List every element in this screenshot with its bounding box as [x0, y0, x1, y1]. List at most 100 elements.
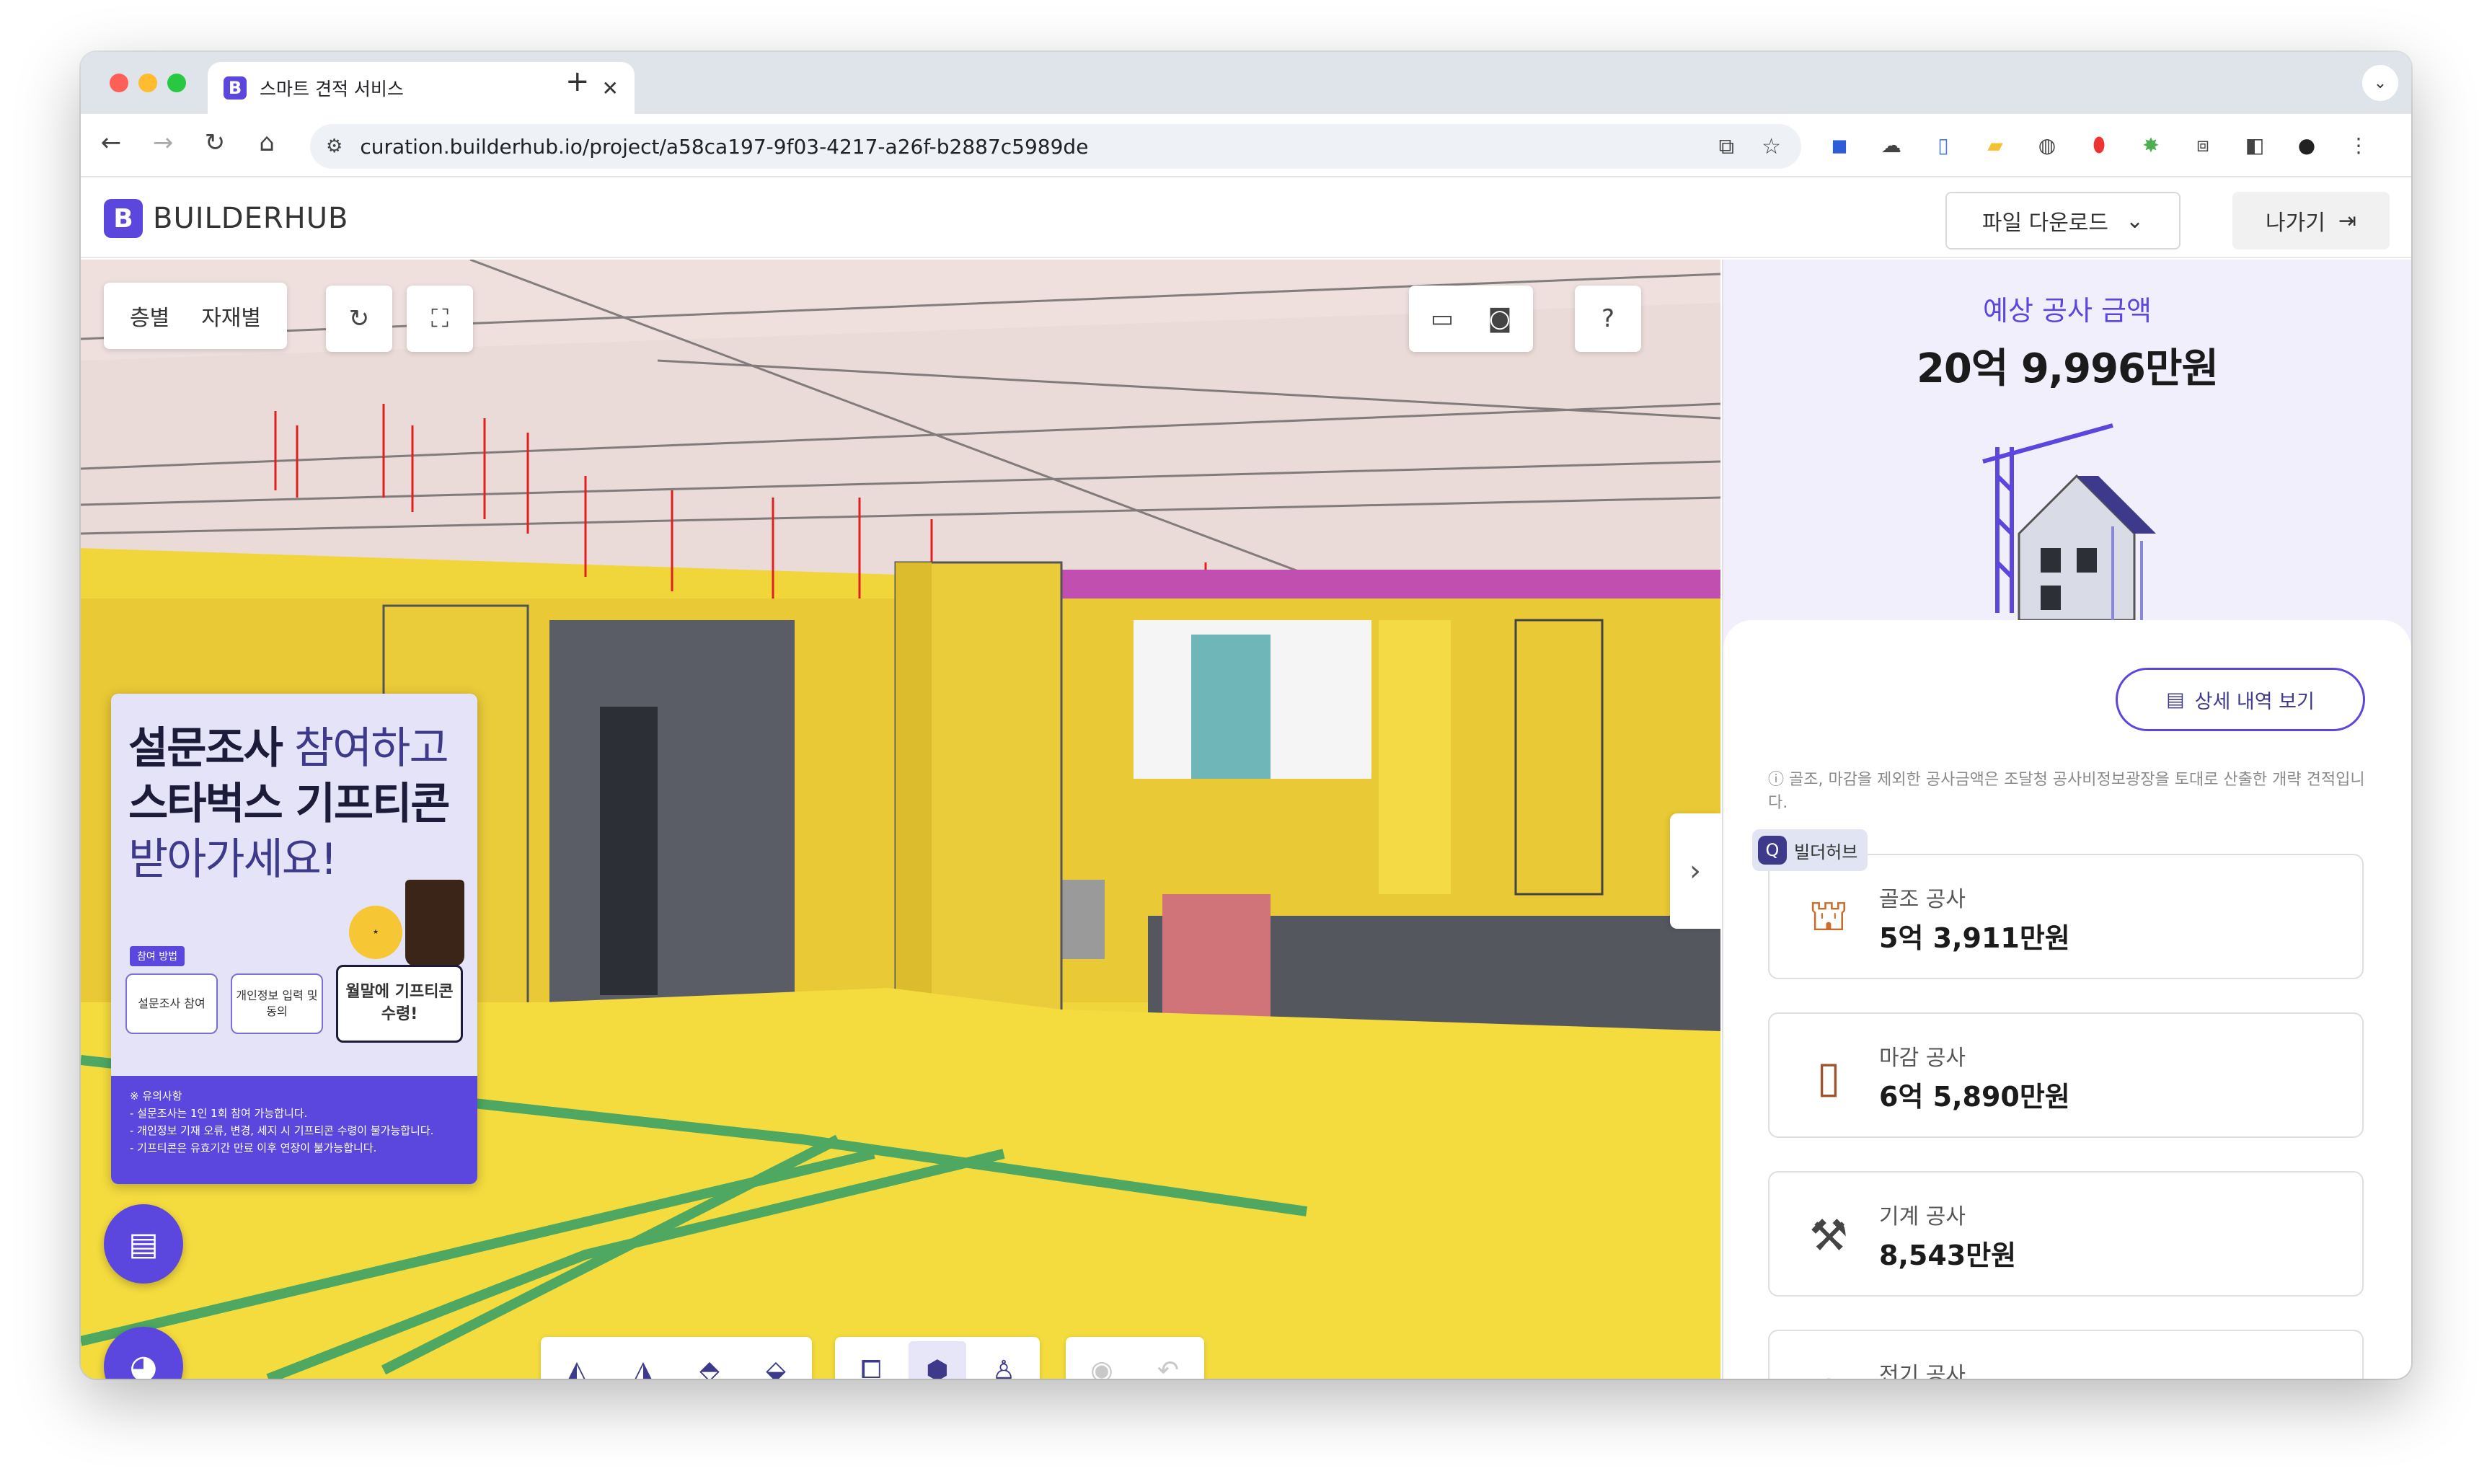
door-icon: ▯: [1816, 1052, 1841, 1103]
view-iso-icon[interactable]: ⬙: [747, 1341, 805, 1379]
address-bar[interactable]: ⚙ curation.builderhub.io/project/a58ca19…: [310, 124, 1801, 169]
extensions-puzzle-icon[interactable]: ⧈: [2186, 128, 2219, 162]
info-icon: ⓘ: [1768, 771, 1789, 789]
tab-title: 스마트 견적 서비스: [260, 79, 404, 100]
browser-window: B 스마트 견적 서비스 ✕ + ⌄ ← → ↻ ⌂ ⚙ curation.bu…: [81, 52, 2411, 1379]
file-download-label: 파일 다운로드: [1981, 211, 2108, 236]
estimate-panel: 예상 공사 금액 20억 9,996만원 ▤ 상세 내역 보기 ⓘ 골조, 마감…: [1722, 260, 2411, 1379]
step-2: 개인정보 입력 및 동의: [231, 973, 323, 1034]
bim-3d-viewer[interactable]: 층별 자재별 ↻ ⛶ ▭ ◙ ? 설문조사 참여하고 스타벅스 기프티콘 받아가…: [81, 260, 1720, 1379]
tab-search-chevron-icon[interactable]: ⌄: [2362, 65, 2398, 101]
exit-button[interactable]: 나가기 ⇥: [2232, 192, 2390, 249]
clipboard-extension-icon[interactable]: ▯: [1927, 128, 1960, 162]
minimize-window-button[interactable]: [138, 74, 157, 92]
logo-text: BUILDERHUB: [153, 202, 349, 235]
install-app-icon[interactable]: ⧉: [1719, 134, 1734, 159]
forward-icon[interactable]: →: [146, 128, 180, 157]
tab-close-icon[interactable]: ✕: [602, 76, 619, 100]
refresh-icon: ↻: [348, 304, 370, 333]
eye-icon[interactable]: ◉: [1073, 1341, 1131, 1379]
mask-extension-icon[interactable]: ◍: [2031, 128, 2064, 162]
cost-item-finish[interactable]: ▯ 마감 공사 6억 5,890만원: [1768, 1012, 2364, 1138]
file-download-button[interactable]: 파일 다운로드 ⌄: [1945, 192, 2180, 249]
reload-icon[interactable]: ↻: [198, 128, 232, 157]
note-1: - 설문조사는 1인 1회 참여 가능합니다.: [130, 1107, 308, 1120]
coffee-cup-icon: [405, 880, 464, 966]
cost-item-frame[interactable]: ⛫ 골조 공사 5억 3,911만원: [1768, 854, 2364, 979]
focus-frame-icon: ⛶: [431, 304, 449, 333]
bookmark-star-icon[interactable]: ☆: [1762, 134, 1781, 159]
tab-by-material[interactable]: 자재별: [185, 300, 277, 332]
cost-item-value: 8,543만원: [1879, 1240, 2017, 1271]
cost-item-mechanical[interactable]: ⚒ 기계 공사 8,543만원: [1768, 1171, 2364, 1297]
builderhub-favicon-icon: B: [224, 76, 247, 100]
builderhub-tag: Q 빌더허브: [1752, 829, 1868, 871]
house-crane-illustration: [1982, 423, 2156, 620]
logout-icon: ⇥: [2338, 208, 2356, 234]
chevron-right-icon: ›: [1689, 854, 1701, 888]
cost-item-value: 5억 3,911만원: [1879, 922, 2070, 954]
estimate-label: 예상 공사 금액: [1983, 295, 2152, 327]
opera-extension-icon[interactable]: ⬮: [2082, 128, 2116, 162]
tab-by-floor[interactable]: 층별: [114, 300, 185, 332]
step-1: 설문조사 참여: [125, 973, 218, 1034]
view-side-icon[interactable]: ◮: [614, 1341, 672, 1379]
sticky-note-extension-icon[interactable]: ▰: [1979, 128, 2012, 162]
cost-item-label: 전기 공사: [1879, 1363, 1966, 1379]
back-icon[interactable]: ←: [94, 128, 128, 157]
cloud-extension-icon[interactable]: ☁: [1875, 128, 1908, 162]
chat-bubble-icon: ▤: [128, 1225, 159, 1263]
help-guide-button[interactable]: ?: [1575, 286, 1641, 352]
builderhub-tag-label: 빌더허브: [1794, 842, 1858, 862]
tools-icon: ⚒: [1809, 1211, 1848, 1261]
cost-item-electrical[interactable]: ⏚ 전기 공사: [1768, 1330, 2364, 1379]
reset-view-button[interactable]: ↻: [326, 286, 392, 352]
walk-person-icon[interactable]: ♙: [975, 1341, 1033, 1379]
ruler-icon[interactable]: ▭: [1413, 290, 1471, 348]
side-panel-icon[interactable]: ◧: [2238, 128, 2271, 162]
cost-breakdown-card: ▤ 상세 내역 보기 ⓘ 골조, 마감을 제외한 공사금액은 조달청 공사비정보…: [1723, 620, 2411, 1379]
cost-item-label: 골조 공사: [1879, 887, 1966, 912]
measure-capture-toolbar: ▭ ◙: [1409, 286, 1533, 352]
exit-label: 나가기: [2266, 211, 2325, 236]
help-book-icon: ?: [1601, 304, 1615, 333]
banner-notes: ※ 유의사항 - 설문조사는 1인 1회 참여 가능합니다. - 개인정보 기재…: [111, 1076, 477, 1184]
tab-bar: B 스마트 견적 서비스 ✕ + ⌄: [81, 52, 2411, 114]
cube-3d-icon[interactable]: ⬢: [909, 1341, 966, 1379]
builderhub-logo[interactable]: B BUILDERHUB: [104, 199, 348, 238]
view-mode-tabs: 층별 자재별: [104, 283, 288, 349]
estimate-amount: 20억 9,996만원: [1916, 345, 2219, 392]
cost-item-label: 마감 공사: [1879, 1046, 1966, 1071]
section-box-icon[interactable]: ⧠: [842, 1341, 900, 1379]
extension-1-icon[interactable]: ◼: [1823, 128, 1856, 162]
document-list-icon: ▤: [2166, 688, 2185, 711]
home-icon[interactable]: ⌂: [249, 128, 284, 157]
undo-icon[interactable]: ↶: [1139, 1341, 1197, 1379]
survey-promo-banner[interactable]: 설문조사 참여하고 스타벅스 기프티콘 받아가세요! ★ 참여 방법 설문조사 …: [111, 694, 477, 1184]
close-window-button[interactable]: [110, 74, 128, 92]
view-top-icon[interactable]: ⬘: [681, 1341, 738, 1379]
plug-icon: ⏚: [1800, 1366, 1857, 1379]
cost-item-label: 기계 공사: [1879, 1204, 1966, 1229]
view-details-button[interactable]: ▤ 상세 내역 보기: [2116, 668, 2365, 731]
site-settings-icon[interactable]: ⚙: [326, 136, 343, 157]
profile-avatar-icon[interactable]: ●: [2290, 128, 2323, 162]
banner-line1-a: 설문조사: [128, 723, 283, 774]
new-tab-icon[interactable]: +: [565, 65, 590, 98]
fit-view-button[interactable]: ⛶: [407, 286, 473, 352]
step-3: 월말에 기프티콘 수령!: [336, 965, 463, 1043]
panel-collapse-button[interactable]: ›: [1670, 813, 1720, 929]
bot-face-icon: ◕: [129, 1348, 158, 1379]
view-angle-toolbar: ◭ ◮ ⬘ ⬙: [541, 1337, 812, 1379]
step-chip: 참여 방법: [130, 946, 185, 966]
camera-icon[interactable]: ◙: [1471, 290, 1529, 348]
browser-menu-icon[interactable]: ⋮: [2342, 128, 2375, 162]
chat-button[interactable]: ▤: [104, 1204, 183, 1284]
color-picker-extension-icon[interactable]: ✸: [2134, 128, 2168, 162]
starbucks-badge-icon: ★: [349, 906, 402, 959]
banner-line1-b: 참여하고: [281, 723, 449, 774]
banner-line3: 받아가세요!: [128, 834, 337, 885]
maximize-window-button[interactable]: [167, 74, 186, 92]
banner-headline: 설문조사 참여하고 스타벅스 기프티콘 받아가세요!: [128, 721, 450, 887]
view-front-icon[interactable]: ◭: [548, 1341, 606, 1379]
